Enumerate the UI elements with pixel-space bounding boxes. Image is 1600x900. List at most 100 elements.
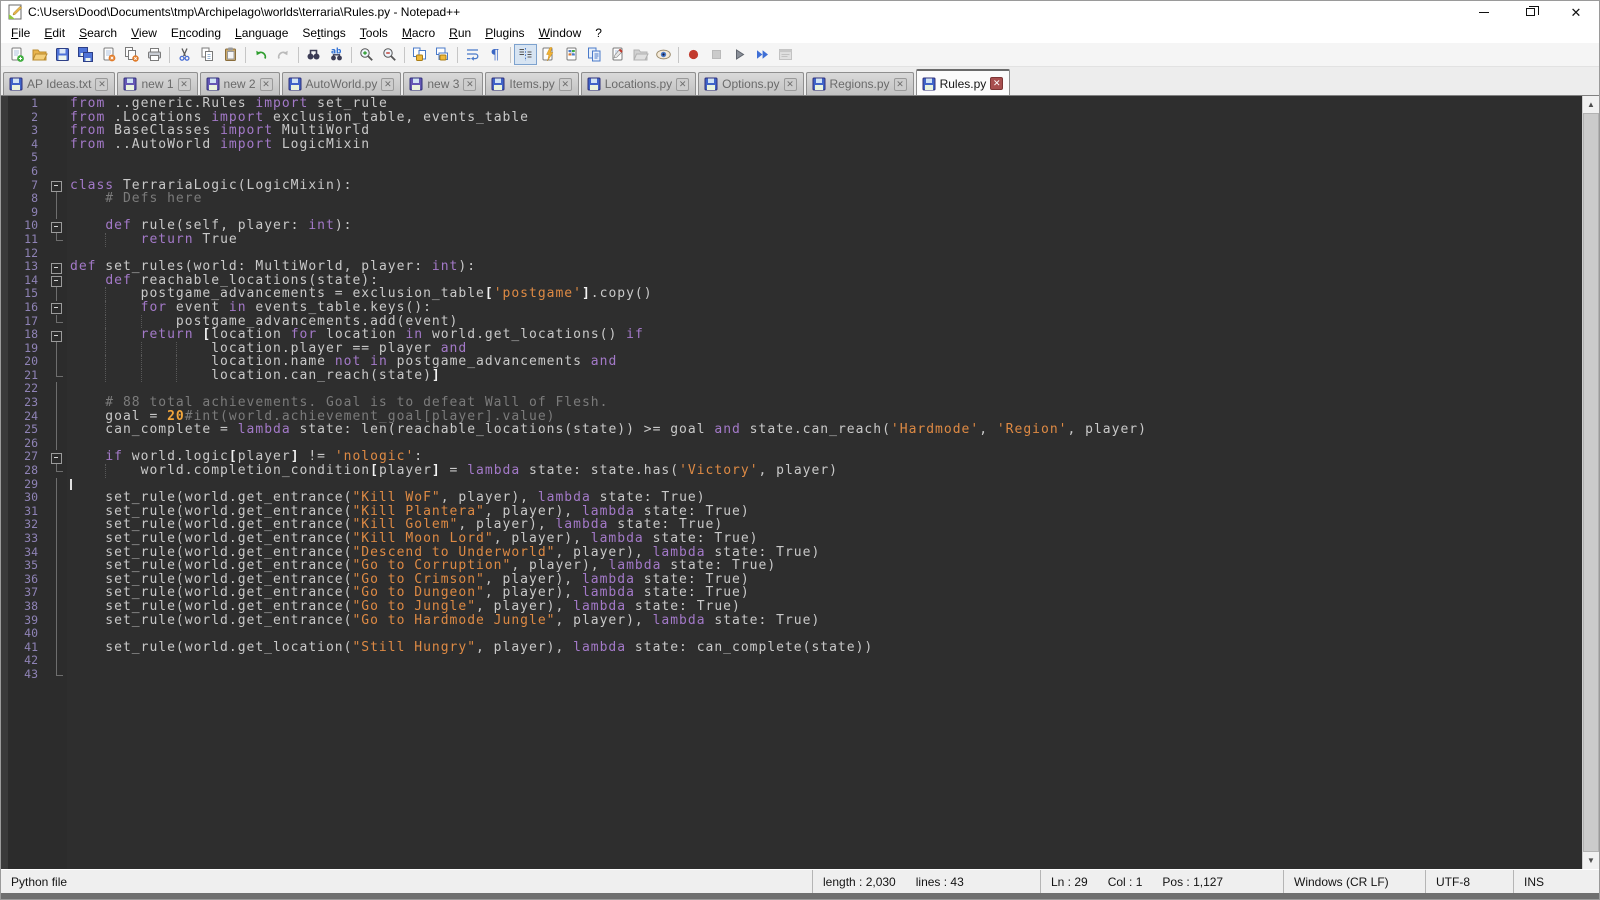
menu-file[interactable]: File [4,24,37,42]
tab-ap-ideas-txt[interactable]: AP Ideas.txt ✕ [3,72,115,95]
edit-popup-icon[interactable] [606,44,629,65]
cut-icon[interactable] [173,44,196,65]
close-all-icon[interactable] [120,44,143,65]
fold-collapse-icon[interactable] [47,260,67,274]
tab-new-3[interactable]: new 3✕ [403,72,483,95]
document-map-icon[interactable] [560,44,583,65]
tab-new-2[interactable]: new 2✕ [200,72,280,95]
tab-autoworld-py[interactable]: AutoWorld.py✕ [282,72,402,95]
fold-collapse-icon[interactable] [47,328,67,342]
fold-collapse-icon[interactable] [47,274,67,288]
fold-margin [47,586,67,600]
tab-items-py[interactable]: Items.py✕ [485,72,578,95]
code-line: 41 set_rule(world.get_location("Still Hu… [1,641,1582,655]
tab-close-icon[interactable]: ✕ [990,77,1003,90]
code-area[interactable]: 1from ..generic.Rules import set_rule2fr… [1,96,1582,869]
document-list-icon[interactable] [583,44,606,65]
sync-horizontal-icon[interactable] [431,44,454,65]
minimize-button[interactable] [1461,1,1507,23]
menu-language[interactable]: Language [228,24,295,42]
macro-record-icon[interactable] [682,44,705,65]
tab-locations-py[interactable]: Locations.py✕ [581,72,696,95]
tab-rules-py[interactable]: Rules.py✕ [916,69,1011,95]
tab-close-icon[interactable]: ✕ [95,78,108,91]
menu-view[interactable]: View [124,24,164,42]
line-number: 28 [1,464,47,478]
sync-vertical-icon[interactable] [408,44,431,65]
tab-close-icon[interactable]: ✕ [178,78,191,91]
replace-icon[interactable]: ab [325,44,348,65]
menu-edit[interactable]: Edit [37,24,72,42]
restore-button[interactable] [1507,1,1553,23]
macro-stop-icon[interactable] [705,44,728,65]
save-icon[interactable] [51,44,74,65]
macro-play-icon[interactable] [728,44,751,65]
tab-close-icon[interactable]: ✕ [463,78,476,91]
fold-collapse-icon[interactable] [47,179,67,193]
file-saved-floppy-icon [922,77,936,91]
undo-icon[interactable] [249,44,272,65]
tab-close-icon[interactable]: ✕ [894,78,907,91]
menu-settings[interactable]: Settings [295,24,352,42]
folder-as-workspace-icon[interactable] [629,44,652,65]
notepad-plus-plus-icon [7,4,23,20]
tab-close-icon[interactable]: ✕ [381,78,394,91]
code-line: 30 set_rule(world.get_entrance("Kill WoF… [1,491,1582,505]
tab-close-icon[interactable]: ✕ [784,78,797,91]
word-wrap-icon[interactable] [461,44,484,65]
code-text [67,437,1582,451]
open-file-icon[interactable] [28,44,51,65]
scroll-down-arrow-icon[interactable]: ▼ [1583,852,1599,869]
indent-guide-icon[interactable] [514,44,537,65]
line-number: 15 [1,287,47,301]
close-button[interactable]: ✕ [1553,1,1599,23]
show-all-characters-icon[interactable]: ¶ [484,44,507,65]
fold-margin [47,437,67,451]
copy-icon[interactable] [196,44,219,65]
code-text [67,627,1582,641]
window-title: C:\Users\Dood\Documents\tmp\Archipelago\… [28,5,460,19]
menu-encoding[interactable]: Encoding [164,24,228,42]
new-file-icon[interactable] [5,44,28,65]
scroll-up-arrow-icon[interactable]: ▲ [1583,96,1599,113]
tab-new-1[interactable]: new 1✕ [117,72,197,95]
code-text: set_rule(world.get_location("Still Hungr… [67,641,1582,655]
tab-options-py[interactable]: Options.py✕ [698,72,803,95]
menu-search[interactable]: Search [72,24,124,42]
menu-macro[interactable]: Macro [395,24,442,42]
save-all-icon[interactable] [74,44,97,65]
fold-margin [47,668,67,682]
menu-run[interactable]: Run [442,24,478,42]
zoom-out-icon[interactable] [378,44,401,65]
print-icon[interactable] [143,44,166,65]
tab-close-icon[interactable]: ✕ [676,78,689,91]
function-list-icon[interactable] [537,44,560,65]
macro-save-icon[interactable] [774,44,797,65]
tab-regions-py[interactable]: Regions.py✕ [806,72,914,95]
scrollbar-thumb[interactable] [1583,113,1599,852]
paste-icon[interactable] [219,44,242,65]
fold-collapse-icon[interactable] [47,301,67,315]
menu-?[interactable]: ? [588,24,609,42]
code-line: 28 world.completion_condition[player] = … [1,464,1582,478]
zoom-in-icon[interactable] [355,44,378,65]
redo-icon[interactable] [272,44,295,65]
monitoring-icon[interactable] [652,44,675,65]
fold-collapse-icon[interactable] [47,450,67,464]
macro-run-multiple-icon[interactable] [751,44,774,65]
fold-margin [47,410,67,424]
find-icon[interactable] [302,44,325,65]
tab-close-icon[interactable]: ✕ [260,78,273,91]
tab-close-icon[interactable]: ✕ [559,78,572,91]
close-icon[interactable] [97,44,120,65]
fold-margin [47,423,67,437]
menu-tools[interactable]: Tools [353,24,395,42]
line-number: 21 [1,369,47,383]
vertical-scrollbar[interactable]: ▲ ▼ [1582,96,1599,869]
toolbar-separator [169,47,170,63]
fold-collapse-icon[interactable] [47,219,67,233]
menu-plugins[interactable]: Plugins [478,24,531,42]
line-number: 12 [1,247,47,261]
menu-window[interactable]: Window [532,24,589,42]
tab-label: AP Ideas.txt [27,77,91,91]
